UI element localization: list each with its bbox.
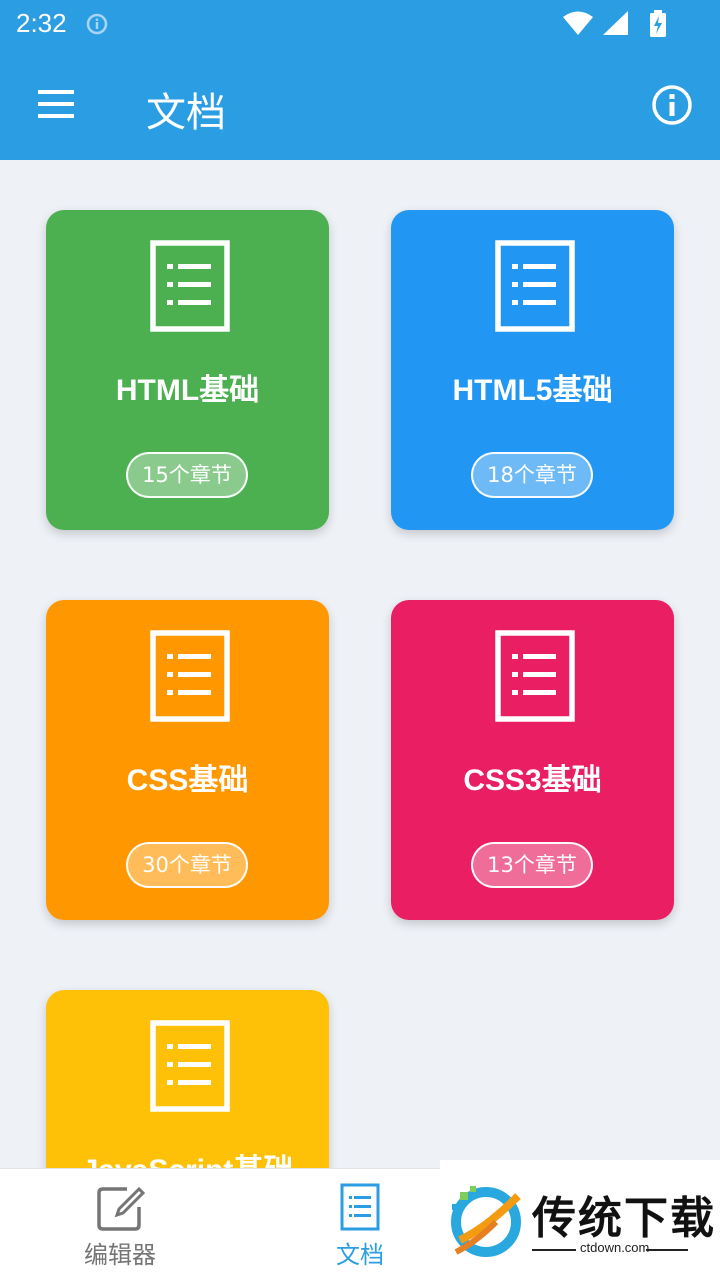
watermark-text: 传统下载 xyxy=(532,1193,716,1244)
info-icon[interactable] xyxy=(650,83,694,127)
document-list-icon xyxy=(495,630,575,722)
document-list-icon xyxy=(495,240,575,332)
page-title: 文档 xyxy=(146,90,226,136)
card-title: CSS3基础 xyxy=(463,764,602,797)
document-list-icon xyxy=(150,630,230,722)
nav-label: 编辑器 xyxy=(84,1241,156,1269)
card-title: CSS基础 xyxy=(126,764,249,797)
signal-icon xyxy=(602,11,628,35)
watermark: 传统下载 ctdown.com xyxy=(440,1160,720,1280)
doc-card-html5[interactable]: HTML5基础 18个章节 xyxy=(391,210,674,530)
document-list-icon xyxy=(150,1020,230,1112)
doc-card-css[interactable]: CSS基础 30个章节 xyxy=(46,600,329,920)
menu-icon[interactable] xyxy=(26,76,86,132)
wifi-icon xyxy=(562,11,593,35)
app-bar: 文档 xyxy=(0,50,720,160)
edit-icon xyxy=(97,1186,145,1231)
notification-info-icon xyxy=(86,13,108,35)
watermark-rule-left xyxy=(532,1249,576,1251)
doc-card-css3[interactable]: CSS3基础 13个章节 xyxy=(391,600,674,920)
watermark-rule-right xyxy=(646,1249,688,1251)
battery-charging-icon xyxy=(650,10,666,37)
chapter-count-badge: 30个章节 xyxy=(126,842,248,888)
nav-tab-editor[interactable]: 编辑器 xyxy=(0,1169,240,1280)
card-title: HTML5基础 xyxy=(452,374,613,407)
doc-card-html[interactable]: HTML基础 15个章节 xyxy=(46,210,329,530)
document-list-icon xyxy=(340,1183,380,1231)
card-title: HTML基础 xyxy=(115,374,260,407)
chapter-count-badge: 13个章节 xyxy=(471,842,593,888)
chapter-count-badge: 18个章节 xyxy=(471,452,593,498)
status-time: 2:32 xyxy=(16,8,67,38)
watermark-url: ctdown.com xyxy=(580,1240,650,1255)
chapter-count-badge: 15个章节 xyxy=(126,452,248,498)
status-bar: 2:32 xyxy=(0,0,720,50)
ctdown-logo-icon xyxy=(451,1186,521,1257)
status-icons xyxy=(562,10,668,38)
document-list-icon xyxy=(150,240,230,332)
